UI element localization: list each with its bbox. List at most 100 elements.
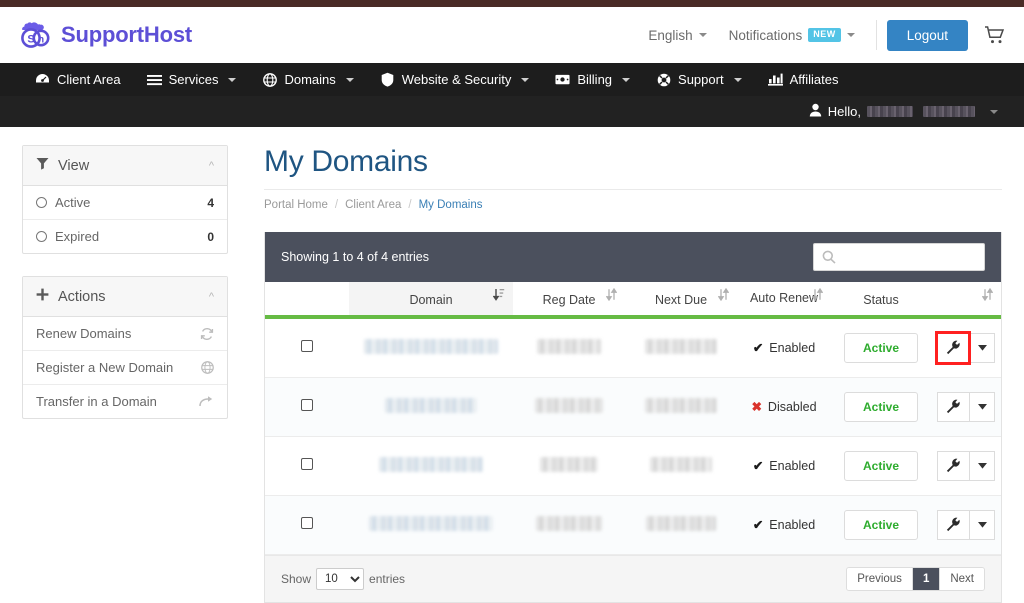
auto-renew-label: Disabled	[767, 399, 817, 414]
status-badge[interactable]: Active	[844, 332, 918, 363]
pagination-previous[interactable]: Previous	[847, 567, 913, 590]
cell-reg-date	[513, 495, 625, 555]
pagination-page-1[interactable]: 1	[912, 567, 941, 590]
action-label: Transfer in a Domain	[36, 394, 157, 409]
sort-icon[interactable]	[606, 288, 617, 301]
user-menu[interactable]: Hello,	[809, 103, 998, 120]
caret-down-icon[interactable]	[969, 450, 995, 481]
caret-down-icon[interactable]	[969, 332, 995, 363]
filter-icon	[36, 157, 49, 174]
row-checkbox-cell	[265, 436, 349, 496]
table-header-row: Domain Reg Date Next Due Auto Renew Stat…	[265, 282, 1001, 319]
wrench-icon[interactable]	[937, 391, 969, 422]
row-checkbox[interactable]	[301, 517, 313, 530]
cell-domain	[349, 436, 513, 496]
nav-item-affiliates[interactable]: Affiliates	[755, 64, 852, 95]
sidebar-filter-active[interactable]: Active 4	[23, 186, 227, 220]
nav-item-website-security[interactable]: Website & Security	[367, 64, 543, 95]
th-actions[interactable]	[931, 282, 1001, 319]
breadcrumb-separator: /	[408, 199, 412, 211]
status-badge[interactable]: Active	[844, 391, 918, 422]
th-reg-date[interactable]: Reg Date	[513, 282, 625, 319]
sort-icon[interactable]	[812, 288, 823, 301]
row-checkbox-cell	[265, 377, 349, 437]
radio-icon	[36, 231, 47, 242]
page-length-select[interactable]: 10 25 50 100	[316, 567, 365, 590]
dashboard-icon	[35, 73, 50, 86]
domains-table-card: Showing 1 to 4 of 4 entries Domain Reg D…	[264, 232, 1002, 603]
user-greeting-bar: Hello,	[0, 96, 1024, 127]
row-checkbox[interactable]	[301, 340, 313, 353]
arrow-right-curve-icon	[199, 395, 214, 408]
cell-reg-date	[513, 316, 625, 378]
nav-item-client-area[interactable]: Client Area	[22, 64, 134, 95]
chevron-down-icon	[521, 77, 530, 82]
nav-item-support[interactable]: Support	[643, 64, 755, 95]
pagination-next[interactable]: Next	[940, 567, 984, 590]
cell-status: Active	[831, 495, 931, 555]
page-length-control: Show 10 25 50 100 entries	[281, 567, 405, 590]
breadcrumb-portal-home[interactable]: Portal Home	[264, 199, 328, 211]
search-input[interactable]	[813, 243, 985, 271]
page-title: My Domains	[264, 145, 428, 178]
notifications-menu[interactable]: Notifications NEW	[718, 28, 866, 43]
breadcrumb-my-domains[interactable]: My Domains	[419, 199, 483, 211]
breadcrumb: Portal Home / Client Area / My Domains	[264, 189, 1002, 211]
table-row: ✔ Enabled Active	[265, 316, 1001, 378]
filter-label: Active	[55, 195, 91, 210]
cell-status: Active	[831, 377, 931, 437]
nav-item-domains[interactable]: Domains	[249, 64, 366, 95]
sidebar-action-renew-domains[interactable]: Renew Domains	[23, 317, 227, 351]
breadcrumb-client-area[interactable]: Client Area	[345, 199, 401, 211]
caret-down-icon[interactable]	[969, 391, 995, 422]
check-icon: ✔	[752, 459, 764, 474]
username-redacted	[867, 106, 913, 117]
sort-desc-icon[interactable]	[493, 288, 505, 301]
wrench-icon[interactable]	[937, 509, 969, 540]
wrench-icon[interactable]	[935, 330, 971, 365]
nav-item-services[interactable]: Services	[134, 64, 250, 95]
svg-text:h: h	[38, 34, 44, 45]
shopping-cart-icon[interactable]	[984, 25, 1006, 45]
logout-button[interactable]: Logout	[886, 19, 968, 51]
sidebar-filter-expired[interactable]: Expired 0	[23, 220, 227, 253]
caret-down-icon[interactable]	[969, 509, 995, 540]
reg-date-redacted	[540, 456, 598, 472]
nav-label: Billing	[577, 72, 613, 87]
sidebar-action-register-domain[interactable]: Register a New Domain	[23, 351, 227, 385]
th-checkbox	[265, 282, 349, 319]
wrench-icon[interactable]	[937, 450, 969, 481]
main-content: My Domains Portal Home / Client Area / M…	[228, 145, 1002, 603]
th-auto-renew[interactable]: Auto Renew	[737, 282, 831, 319]
status-badge[interactable]: Active	[844, 450, 918, 481]
sidebar-action-transfer-domain[interactable]: Transfer in a Domain	[23, 385, 227, 418]
brand-logo[interactable]: S h SupportHost	[18, 20, 192, 50]
nav-label: Support	[678, 72, 724, 87]
cell-actions	[931, 377, 1001, 437]
chevron-up-icon[interactable]: ^	[209, 160, 214, 172]
cell-next-due	[625, 495, 737, 555]
row-checkbox[interactable]	[301, 399, 313, 412]
auto-renew-label: Enabled	[769, 458, 816, 473]
chevron-up-icon[interactable]: ^	[209, 291, 214, 303]
sort-icon[interactable]	[718, 288, 729, 301]
header-right-group: English Notifications NEW Logout	[637, 19, 1010, 51]
next-due-redacted	[645, 338, 717, 354]
cell-actions	[931, 316, 1001, 378]
th-domain[interactable]: Domain	[349, 282, 513, 319]
cell-status: Active	[831, 436, 931, 496]
next-due-redacted	[646, 515, 716, 531]
actions-panel-header[interactable]: Actions ^	[23, 277, 227, 317]
status-badge[interactable]: Active	[844, 509, 918, 540]
th-next-due[interactable]: Next Due	[625, 282, 737, 319]
language-selector[interactable]: English	[637, 28, 717, 43]
chevron-down-icon	[228, 77, 237, 82]
row-checkbox[interactable]	[301, 458, 313, 471]
row-actions-group	[937, 391, 995, 422]
nav-item-billing[interactable]: Billing	[542, 64, 643, 95]
reg-date-redacted	[536, 515, 602, 531]
table-toolbar: Showing 1 to 4 of 4 entries	[265, 232, 1001, 282]
view-panel-header[interactable]: View ^	[23, 146, 227, 186]
cell-next-due	[625, 436, 737, 496]
sort-icon[interactable]	[982, 288, 993, 301]
